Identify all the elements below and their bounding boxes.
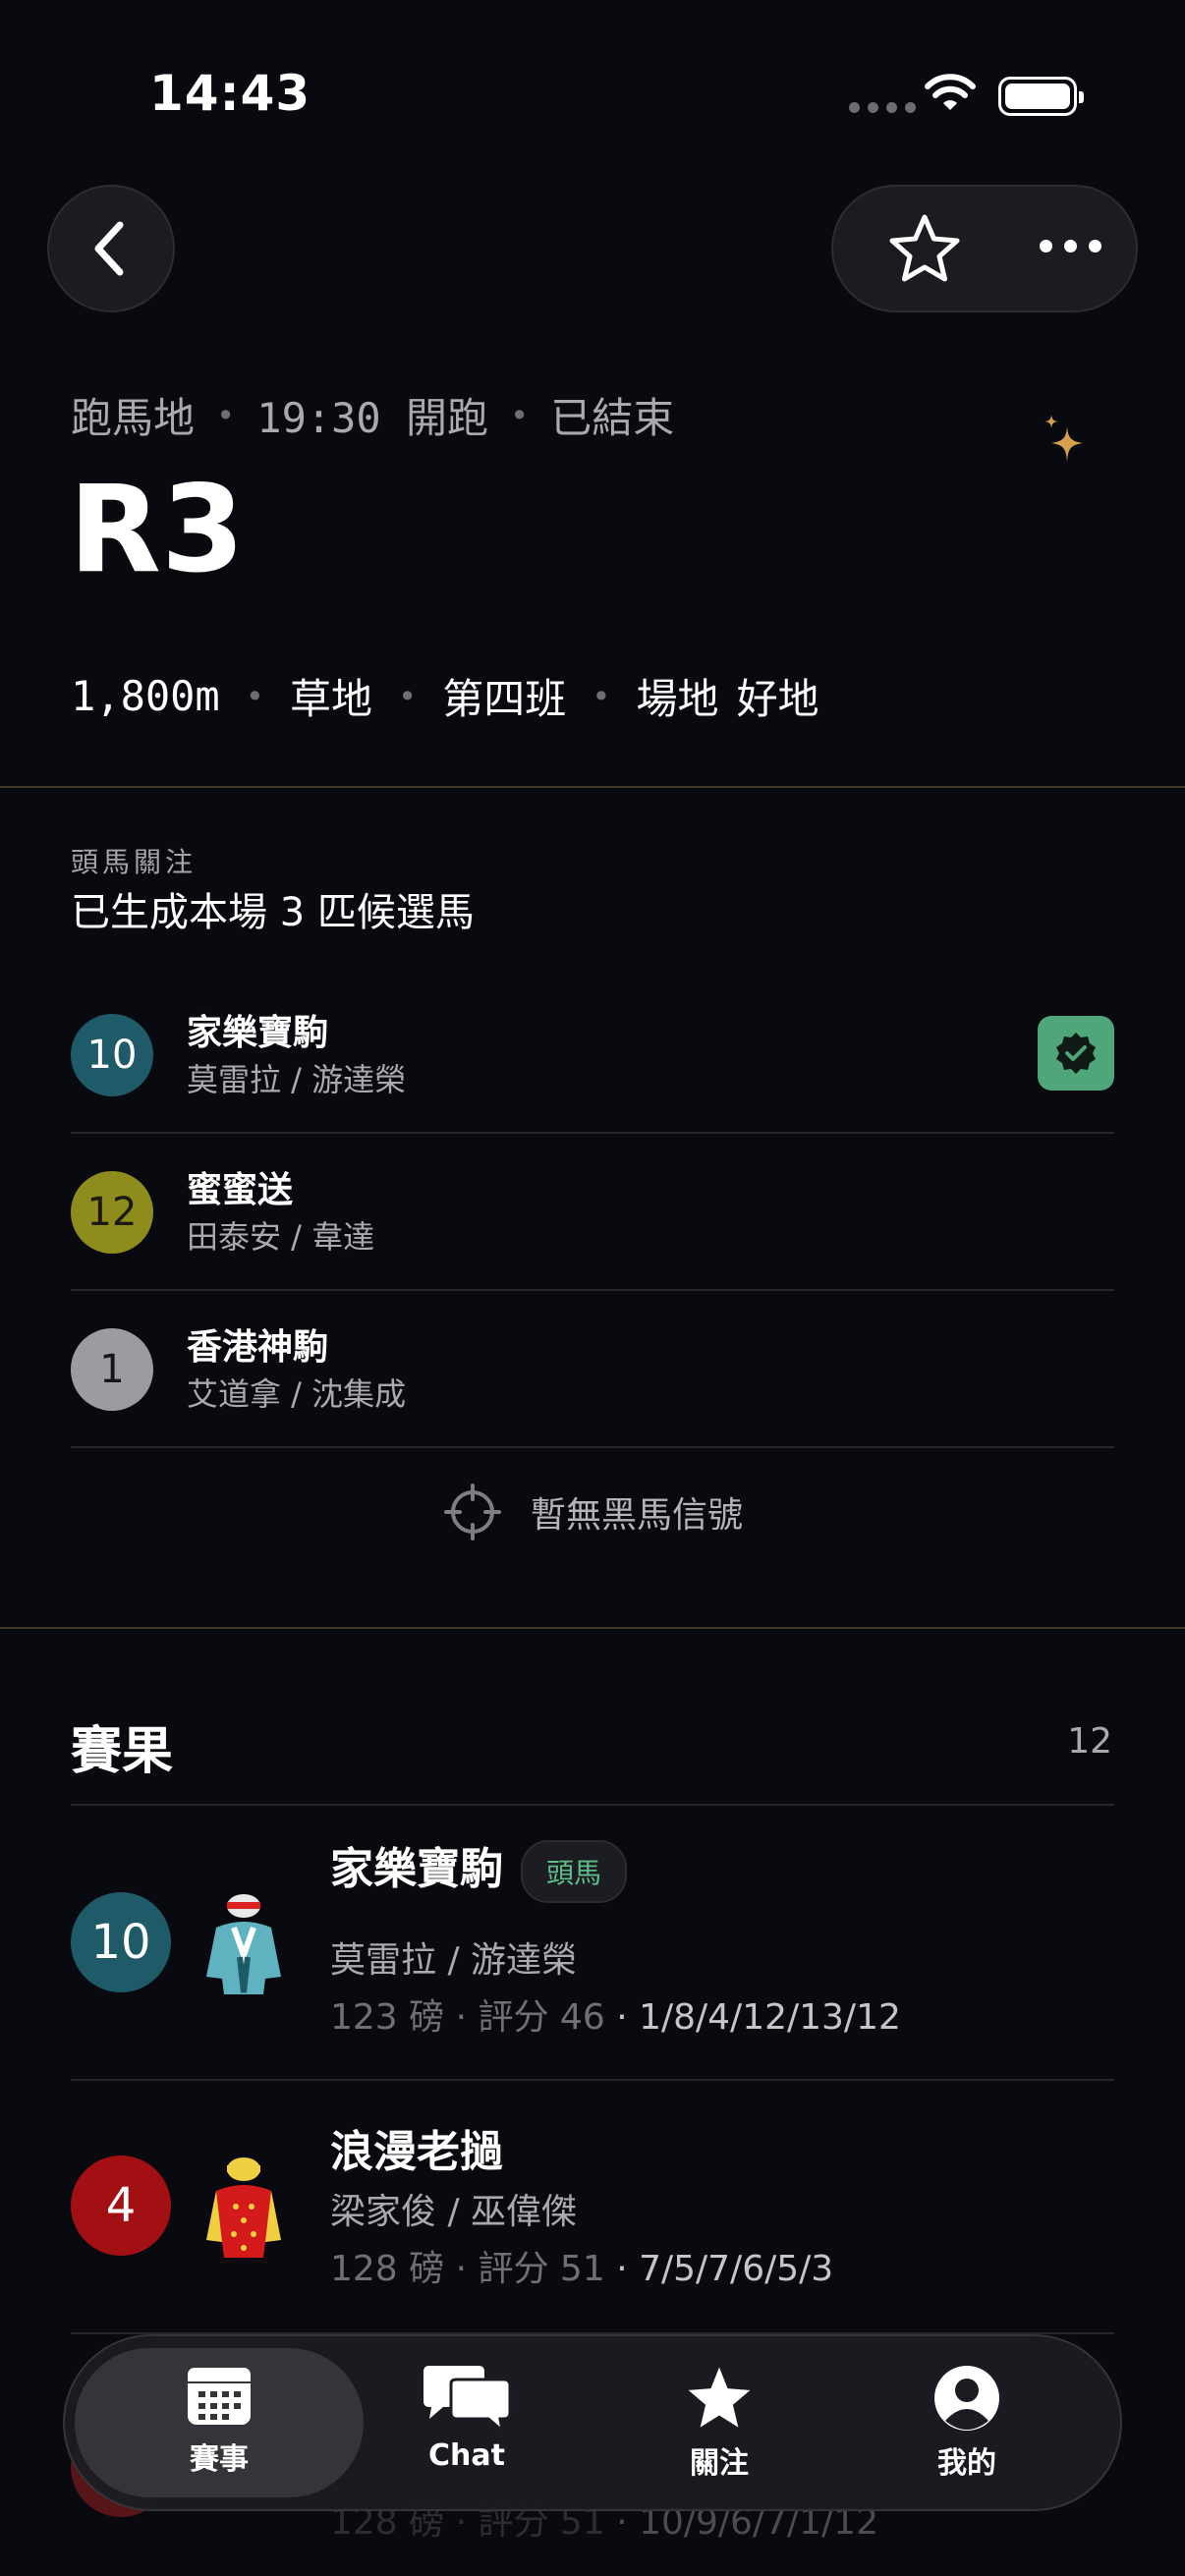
going-label: 場地 xyxy=(636,675,719,723)
horse-name: 家樂寶駒 xyxy=(187,1013,329,1053)
more-options-button[interactable] xyxy=(1040,240,1101,252)
recent-form: · 1/8/4/12/13/12 xyxy=(616,1997,901,2038)
horse-number-badge: 10 xyxy=(71,1014,153,1096)
favorite-star-button[interactable] xyxy=(886,212,963,287)
recent-form: · 7/5/7/6/5/3 xyxy=(616,2249,834,2289)
going-value: 好地 xyxy=(736,675,819,723)
tab-label: 賽事 xyxy=(190,2442,249,2477)
crosshair-icon xyxy=(444,1484,501,1540)
start-time: 19:30 開跑 xyxy=(256,394,488,442)
horse-number-badge: 4 xyxy=(71,2156,171,2256)
section-divider xyxy=(0,786,1185,788)
pick-row[interactable]: 12 蜜蜜送 田泰安 / 韋達 xyxy=(71,1134,1114,1291)
horse-number-badge: 12 xyxy=(71,1171,153,1254)
surface: 草地 xyxy=(289,675,372,723)
distance: 1,800m xyxy=(71,672,220,720)
separator-dot: • xyxy=(592,677,611,715)
tab-label: 我的 xyxy=(937,2446,996,2481)
weight-rating: 128 磅 · 評分 51 xyxy=(330,2249,605,2289)
back-button[interactable] xyxy=(47,185,175,312)
race-class: 第四班 xyxy=(442,675,567,723)
race-status: 已結束 xyxy=(550,394,675,442)
row-divider xyxy=(71,1446,1114,1448)
separator-dot: • xyxy=(245,677,264,715)
picks-summary: 已生成本場 3 匹候選馬 xyxy=(71,890,475,935)
horse-name: 蜜蜜送 xyxy=(187,1170,294,1210)
separator-dot: • xyxy=(510,396,530,434)
profile-icon xyxy=(934,2366,999,2431)
separator-dot: • xyxy=(398,677,418,715)
jockey-trainer: 莫雷拉 / 游達榮 xyxy=(187,1061,407,1098)
picks-kicker: 頭馬關注 xyxy=(71,846,198,878)
race-info: 1,800m • 草地 • 第四班 • 場地 好地 xyxy=(71,666,819,726)
horse-number-badge: 1 xyxy=(71,1328,153,1411)
results-count: 12 xyxy=(1067,1721,1112,1762)
no-dark-horse-signal: 暫無黑馬信號 xyxy=(444,1484,743,1540)
tab-profile[interactable]: 我的 xyxy=(859,2364,1075,2482)
jockey-trainer: 田泰安 / 韋達 xyxy=(187,1218,375,1256)
battery-icon xyxy=(998,77,1084,116)
venue: 跑馬地 xyxy=(71,394,196,442)
horse-name: 浪漫老撾 xyxy=(330,2127,503,2177)
teal-silk-icon xyxy=(206,1894,281,1994)
race-meta: 跑馬地 • 19:30 開跑 • 已結束 xyxy=(71,385,674,445)
tab-races[interactable]: 賽事 xyxy=(111,2364,327,2478)
tab-label: 關注 xyxy=(690,2446,749,2481)
horse-stats: 123 磅 · 評分 46 · 1/8/4/12/13/12 xyxy=(330,1988,901,2040)
wifi-icon xyxy=(925,74,976,110)
winner-tag: 頭馬 xyxy=(521,1840,628,1903)
sparkle-icon[interactable] xyxy=(1042,413,1089,466)
action-pill xyxy=(831,185,1138,312)
tab-watchlist[interactable]: 關注 xyxy=(611,2364,827,2482)
chat-icon xyxy=(423,2366,512,2433)
horse-stats: 128 磅 · 評分 51 · 7/5/7/6/5/3 xyxy=(330,2240,833,2291)
horse-name: 香港神駒 xyxy=(187,1327,329,1368)
weight-rating: 123 磅 · 評分 46 xyxy=(330,1997,605,2038)
calendar-icon xyxy=(188,2368,251,2425)
cellular-signal-icon xyxy=(849,102,916,113)
horse-name-line: 家樂寶駒 頭馬 xyxy=(330,1833,628,1903)
star-icon xyxy=(688,2367,751,2428)
chevron-left-icon xyxy=(94,221,124,276)
result-row[interactable]: 10 家樂寶駒 頭馬 莫雷拉 / 游達榮 123 磅 · 評分 46 · 1/8/… xyxy=(71,1806,1114,2081)
bottom-tab-bar: 賽事 Chat 關注 我的 xyxy=(63,2334,1122,2511)
no-signal-text: 暫無黑馬信號 xyxy=(531,1495,744,1536)
horse-name: 家樂寶駒 xyxy=(330,1844,503,1894)
results-title: 賽果 xyxy=(71,1722,174,1781)
separator-dot: • xyxy=(216,396,236,434)
tab-chat[interactable]: Chat xyxy=(359,2364,575,2473)
section-divider xyxy=(0,1627,1185,1629)
tab-label: Chat xyxy=(428,2438,505,2473)
jockey-trainer: 艾道拿 / 沈集成 xyxy=(187,1375,407,1413)
verified-badge-icon xyxy=(1038,1016,1114,1091)
jockey-trainer: 莫雷拉 / 游達榮 xyxy=(330,1940,578,1981)
pick-row[interactable]: 10 家樂寶駒 莫雷拉 / 游達榮 xyxy=(71,977,1114,1134)
race-title: R3 xyxy=(69,460,245,599)
status-time: 14:43 xyxy=(149,65,311,122)
jockey-trainer: 梁家俊 / 巫偉傑 xyxy=(330,2192,578,2232)
horse-number-badge: 10 xyxy=(71,1892,171,1992)
red-yellow-silk-icon xyxy=(206,2157,281,2258)
result-row[interactable]: 4 浪漫老撾 梁家俊 / 巫偉傑 128 磅 · 評分 51 · 7/5/7/6… xyxy=(71,2081,1114,2334)
pick-row[interactable]: 1 香港神駒 艾道拿 / 沈集成 xyxy=(71,1291,1114,1448)
